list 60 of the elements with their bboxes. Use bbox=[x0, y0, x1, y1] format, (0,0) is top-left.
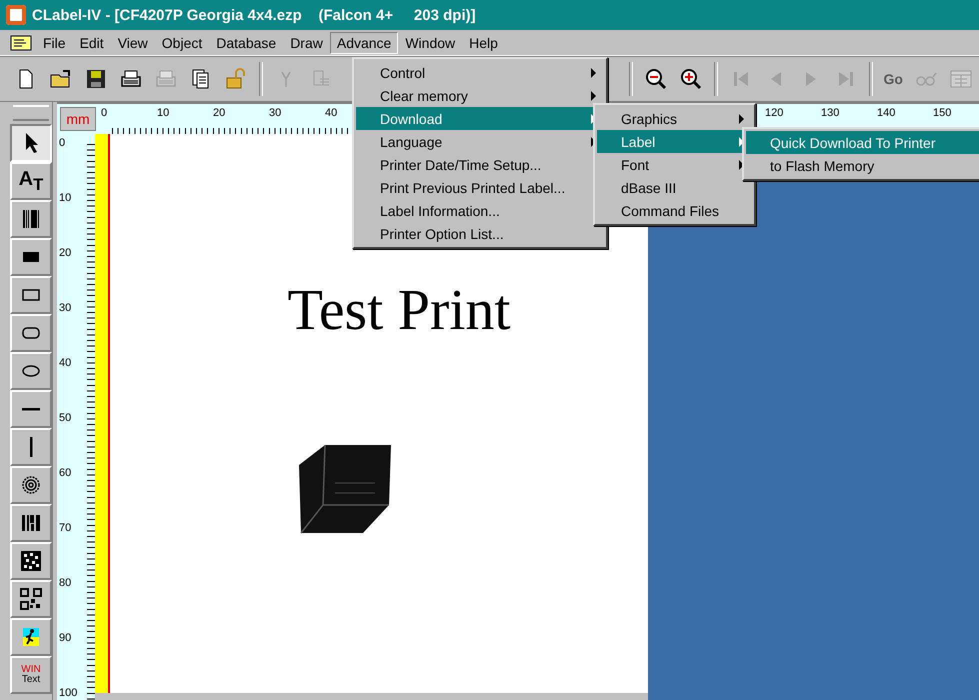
ruler-label: 50 bbox=[59, 412, 72, 424]
submenu-arrow-icon bbox=[591, 68, 596, 78]
menu-item[interactable]: File bbox=[36, 32, 73, 54]
menu-option[interactable]: Control bbox=[356, 61, 604, 84]
pdf417-tool-icon[interactable] bbox=[10, 504, 52, 542]
ruler-label: 140 bbox=[877, 107, 896, 119]
document-icon[interactable] bbox=[10, 34, 32, 50]
menu-item[interactable]: Window bbox=[398, 32, 462, 54]
ruler-label: 30 bbox=[269, 107, 282, 119]
menu-item[interactable]: Object bbox=[154, 32, 210, 54]
ruler-label: 20 bbox=[213, 107, 226, 119]
filled-rect-tool-icon[interactable] bbox=[10, 238, 52, 276]
ruler-label: 60 bbox=[59, 467, 72, 479]
ruler-label: 40 bbox=[59, 357, 72, 369]
ruler-label: 10 bbox=[59, 192, 72, 204]
ruler-label: 150 bbox=[933, 107, 952, 119]
datamatrix-tool-icon[interactable] bbox=[10, 542, 52, 580]
menu-option[interactable]: dBase III bbox=[597, 176, 752, 199]
ruler-label: 0 bbox=[59, 137, 66, 149]
wintext-tool[interactable]: WIN Text bbox=[10, 656, 52, 694]
rect-tool-icon[interactable] bbox=[10, 276, 52, 314]
ruler-label: 100 bbox=[59, 687, 78, 699]
ruler-label: 30 bbox=[59, 302, 72, 314]
toolbox-grip[interactable] bbox=[13, 105, 49, 121]
ruler-label: 80 bbox=[59, 577, 72, 589]
zoom-out-icon[interactable] bbox=[644, 67, 668, 91]
text-tool[interactable]: A$_{T}$ bbox=[10, 162, 52, 200]
lock-icon[interactable] bbox=[224, 67, 248, 91]
maxicode-tool-icon[interactable] bbox=[10, 466, 52, 504]
window-title: CLabel-IV - [CF4207P Georgia 4x4.ezp (Falcon 4+ 203 dpi)] bbox=[32, 6, 476, 24]
menu-option[interactable]: to Flash Memory bbox=[746, 154, 979, 177]
menu-item[interactable]: Edit bbox=[72, 32, 111, 54]
menu-item[interactable]: View bbox=[110, 32, 155, 54]
rounded-rect-tool-icon[interactable] bbox=[10, 314, 52, 352]
ruler-label: 130 bbox=[821, 107, 840, 119]
save-icon[interactable] bbox=[84, 67, 108, 91]
menu-option[interactable]: Printer Option List... bbox=[356, 222, 604, 245]
pointer-tool-icon[interactable] bbox=[10, 124, 52, 162]
ruler-label: 120 bbox=[765, 107, 784, 119]
vline-tool-icon[interactable] bbox=[10, 428, 52, 466]
app-logo-icon bbox=[6, 5, 26, 25]
menu-item[interactable]: Database bbox=[209, 32, 284, 54]
menu-item[interactable]: Draw bbox=[283, 32, 330, 54]
label-text: Test Print bbox=[287, 276, 511, 343]
menu-option[interactable]: Quick Download To Printer bbox=[746, 131, 979, 154]
ruler-label: 40 bbox=[325, 107, 338, 119]
qrcode-tool-icon[interactable] bbox=[10, 580, 52, 618]
ruler-label: 10 bbox=[157, 107, 170, 119]
ruler-label: 90 bbox=[59, 632, 72, 644]
ellipse-tool-icon[interactable] bbox=[10, 352, 52, 390]
menu-item[interactable]: Advance bbox=[330, 32, 398, 54]
ruler-label: 0 bbox=[101, 107, 108, 119]
barcode-tool-icon[interactable] bbox=[10, 200, 52, 238]
runner-tool-icon[interactable] bbox=[10, 618, 52, 656]
menu-item[interactable]: Help bbox=[462, 32, 505, 54]
menu-option[interactable]: Command Files bbox=[597, 199, 752, 222]
ruler-label: 70 bbox=[59, 522, 72, 534]
zoom-in-icon[interactable] bbox=[678, 67, 703, 91]
ruler-label: 20 bbox=[59, 247, 72, 259]
hline-tool-icon[interactable] bbox=[10, 390, 52, 428]
